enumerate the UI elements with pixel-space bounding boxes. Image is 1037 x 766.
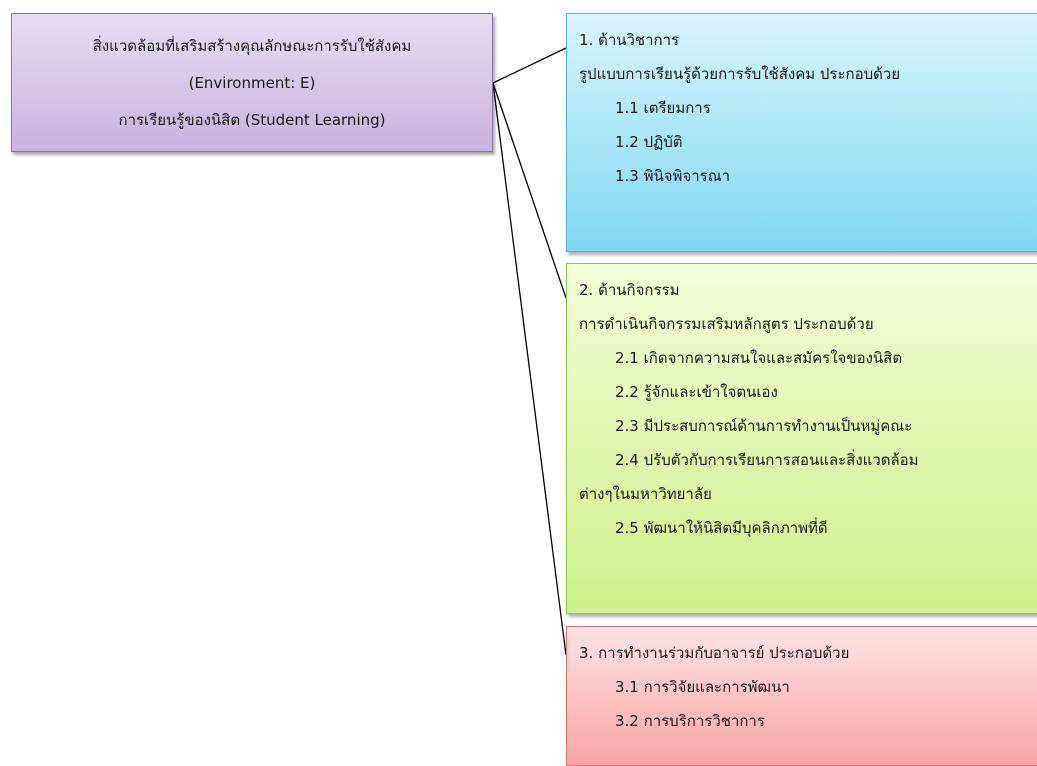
list-item: 3.1 การวิจัยและการพัฒนา: [615, 678, 790, 696]
connector-to-box3: [492, 82, 567, 656]
list-item-continuation: ต่างๆในมหาวิทยาลัย: [579, 485, 712, 503]
list-item: 3.2 การบริการวิชาการ: [615, 712, 765, 730]
faculty-collaboration-node: 3. การทำงานร่วมกับอาจารย์ ประกอบด้วย 3.1…: [566, 626, 1037, 766]
connector-to-box2: [492, 82, 567, 299]
list-item: 1.1 เตรียมการ: [615, 99, 711, 117]
list-item: 2.5 พัฒนาให้นิสิตมีบุคลิกภาพที่ดี: [615, 519, 828, 537]
list-item: 2.4 ปรับตัวกับการเรียนการสอนและสิ่งแวดล้…: [615, 451, 919, 469]
list-item: 2.2 รู้จักและเข้าใจตนเอง: [615, 383, 778, 401]
list-item: 1.2 ปฏิบัติ: [615, 133, 683, 151]
node-title: 3. การทำงานร่วมกับอาจารย์ ประกอบด้วย: [579, 644, 850, 662]
node-title: 1. ด้านวิชาการ: [579, 31, 680, 49]
list-item: 2.3 มีประสบการณ์ด้านการทำงานเป็นหมู่คณะ: [615, 417, 913, 435]
root-node: สิ่งแวดล้อมที่เสริมสร้างคุณลักษณะการรับใ…: [11, 13, 493, 152]
list-item: 2.1 เกิดจากความสนใจและสมัครใจของนิสิต: [615, 349, 903, 367]
list-item: 1.3 พินิจพิจารณา: [615, 167, 731, 185]
connector-to-box1: [492, 47, 567, 84]
node-title: 2. ด้านกิจกรรม: [579, 281, 680, 299]
academic-node: 1. ด้านวิชาการ รูปแบบการเรียนรู้ด้วยการร…: [566, 13, 1037, 252]
root-student-learning-label: การเรียนรู้ของนิสิต (Student Learning): [118, 110, 386, 129]
root-environment-label: (Environment: E): [188, 73, 316, 92]
activities-node: 2. ด้านกิจกรรม การดำเนินกิจกรรมเสริมหลัก…: [566, 263, 1037, 614]
root-title: สิ่งแวดล้อมที่เสริมสร้างคุณลักษณะการรับใ…: [92, 36, 412, 55]
node-heading: รูปแบบการเรียนรู้ด้วยการรับใช้สังคม ประก…: [579, 65, 901, 83]
node-heading: การดำเนินกิจกรรมเสริมหลักสูตร ประกอบด้วย: [579, 315, 874, 333]
